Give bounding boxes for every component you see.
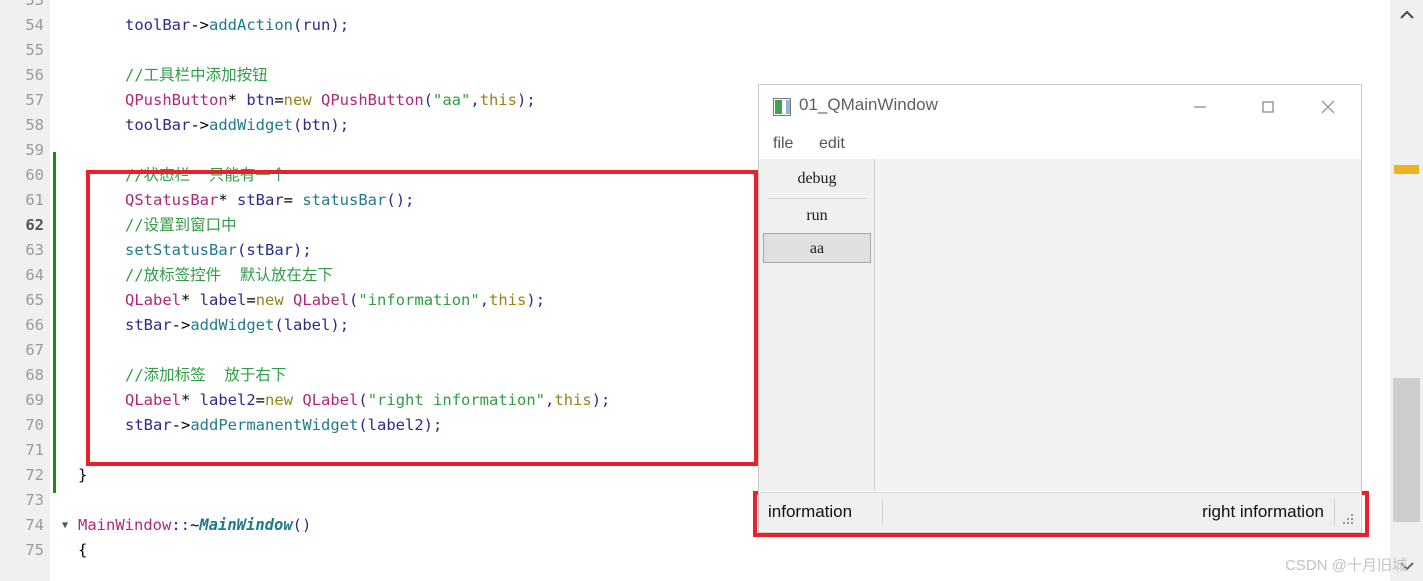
qt-app-icon <box>773 98 791 116</box>
window-body: debug run aa <box>759 159 1361 491</box>
toolbar-separator <box>768 198 866 199</box>
qt-application-window[interactable]: 01_QMainWindow file edit debug run aa in… <box>758 84 1362 533</box>
line-number: 60 <box>25 166 44 184</box>
close-button[interactable] <box>1305 85 1351 129</box>
scroll-change-marker <box>1394 165 1419 174</box>
minimize-icon <box>1194 106 1206 108</box>
line-number: 72 <box>25 466 44 484</box>
toolbar-action-run[interactable]: run <box>760 200 874 232</box>
code-text: QStatusBar* stBar= statusBar(); <box>125 191 415 209</box>
line-number: 55 <box>25 41 44 59</box>
line-number: 58 <box>25 116 44 134</box>
close-icon <box>1321 100 1335 114</box>
toolbar-button-aa[interactable]: aa <box>763 233 871 263</box>
scroll-thumb[interactable] <box>1393 378 1420 522</box>
code-text: //状态栏 只能有一个 <box>125 166 287 184</box>
window-title: 01_QMainWindow <box>799 95 938 114</box>
line-number: 63 <box>25 241 44 259</box>
maximize-icon <box>1262 101 1274 113</box>
line-number: 68 <box>25 366 44 384</box>
menu-bar[interactable]: file edit <box>759 129 1361 159</box>
line-number: 70 <box>25 416 44 434</box>
line-number: 73 <box>25 491 44 509</box>
line-number: 54 <box>25 16 44 34</box>
minimize-button[interactable] <box>1177 85 1223 129</box>
line-number: 61 <box>25 191 44 209</box>
code-text: //工具栏中添加按钮 <box>125 66 268 84</box>
menu-item-edit[interactable]: edit <box>819 129 845 159</box>
status-label-left: information <box>768 502 853 521</box>
line-number: 71 <box>25 441 44 459</box>
watermark: CSDN @十月旧城 <box>1285 557 1407 574</box>
code-text: setStatusBar(stBar); <box>125 241 312 259</box>
chevron-up-icon <box>1399 10 1414 19</box>
code-text: QPushButton* btn=new QPushButton("aa",th… <box>125 91 536 109</box>
line-number: 66 <box>25 316 44 334</box>
code-line: 75 { <box>0 538 1390 563</box>
code-fold-toggle[interactable]: ▼ <box>58 513 72 538</box>
code-text: { <box>78 541 88 559</box>
code-line: 54 toolBar->addAction(run); <box>0 13 1390 38</box>
maximize-button[interactable] <box>1245 85 1291 129</box>
editor-scrollbar[interactable] <box>1390 0 1423 581</box>
code-line: 53 <box>0 0 1390 13</box>
line-number: 62 <box>25 216 44 234</box>
line-number: 56 <box>25 66 44 84</box>
code-text: //放标签控件 默认放在左下 <box>125 266 333 284</box>
line-number: 67 <box>25 341 44 359</box>
code-text: //添加标签 放于右下 <box>125 366 287 384</box>
line-number: 74 <box>25 516 44 534</box>
menu-item-file[interactable]: file <box>773 129 793 159</box>
code-text: MainWindow::~MainWindow() <box>78 516 312 534</box>
scroll-up-button[interactable] <box>1390 0 1423 30</box>
code-text: stBar->addWidget(label); <box>125 316 350 334</box>
code-text: toolBar->addWidget(btn); <box>125 116 350 134</box>
status-separator-right <box>1334 499 1335 525</box>
code-text: toolBar->addAction(run); <box>125 16 350 34</box>
line-number: 53 <box>25 0 44 9</box>
toolbar-action-debug[interactable]: debug <box>760 163 874 195</box>
code-text: } <box>78 466 88 484</box>
line-number: 69 <box>25 391 44 409</box>
line-number: 57 <box>25 91 44 109</box>
size-grip-icon[interactable] <box>1343 514 1356 527</box>
code-line: 55 <box>0 38 1390 63</box>
line-number: 65 <box>25 291 44 309</box>
central-widget <box>875 159 1361 491</box>
line-number: 64 <box>25 266 44 284</box>
code-text: QLabel* label2=new QLabel("right informa… <box>125 391 611 409</box>
line-number: 59 <box>25 141 44 159</box>
code-text: stBar->addPermanentWidget(label2); <box>125 416 443 434</box>
tool-bar[interactable]: debug run aa <box>760 159 875 491</box>
status-bar: information right information <box>760 492 1360 531</box>
code-text: QLabel* label=new QLabel("information",t… <box>125 291 546 309</box>
line-number: 75 <box>25 541 44 559</box>
code-text: //设置到窗口中 <box>125 216 237 234</box>
status-label-right: right information <box>1202 502 1324 521</box>
window-title-bar[interactable]: 01_QMainWindow <box>759 85 1361 129</box>
status-separator-left <box>882 499 883 525</box>
